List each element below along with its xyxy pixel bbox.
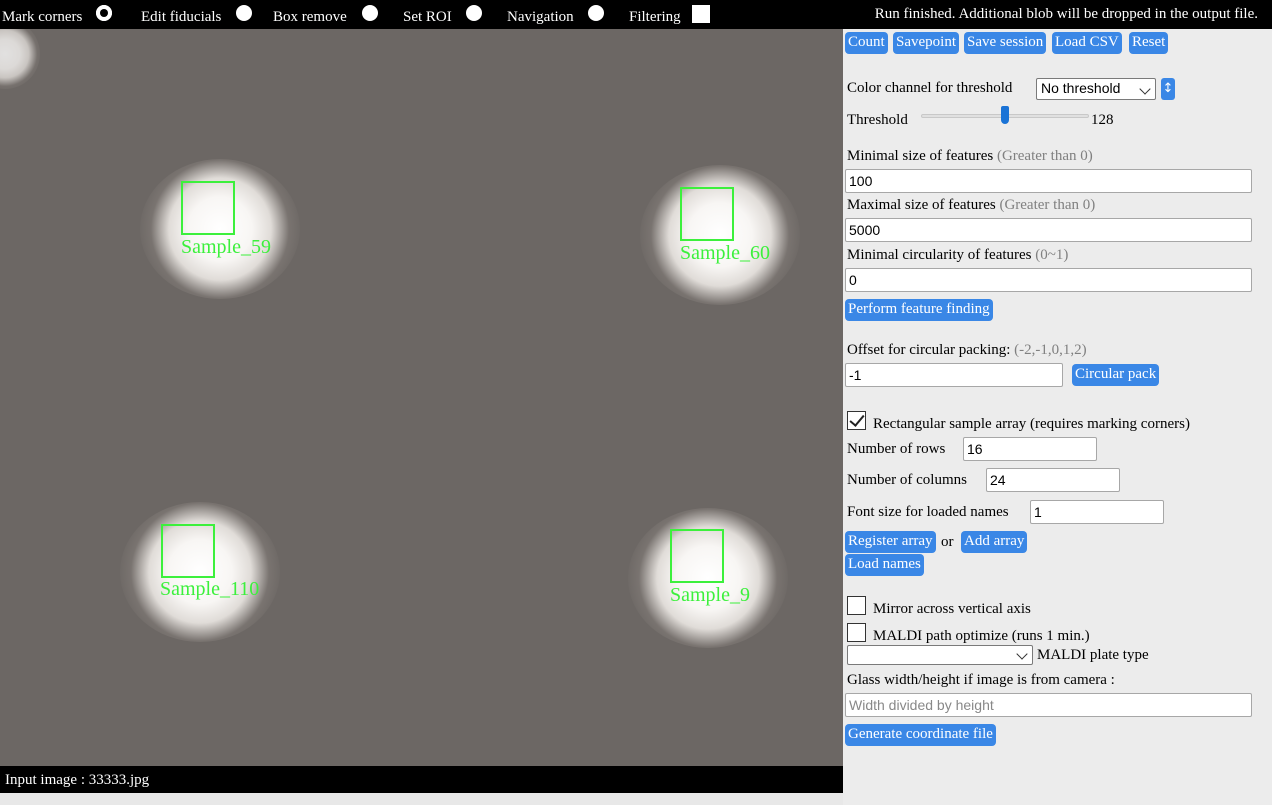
min-size-hint: (Greater than 0) xyxy=(996,148,1093,164)
sample-label: Sample_110 xyxy=(160,578,260,600)
perform-feature-finding-button[interactable]: Perform feature finding xyxy=(845,299,993,321)
color-channel-value: No threshold xyxy=(1041,80,1121,96)
offset-label-text: Offset for circular packing: xyxy=(847,342,1011,358)
filtering-label: Filtering xyxy=(629,9,681,25)
circularity-input[interactable]: 0 xyxy=(845,268,1252,292)
mode-label-navigation: Navigation xyxy=(507,9,574,25)
mode-label-set-roi: Set ROI xyxy=(403,9,452,25)
mode-radio-set-roi[interactable] xyxy=(466,5,482,21)
mode-radio-mark-corners[interactable] xyxy=(96,5,112,21)
min-size-input[interactable]: 100 xyxy=(845,169,1252,193)
filtering-checkbox[interactable] xyxy=(692,5,710,23)
sample-box[interactable] xyxy=(181,181,235,235)
glass-ratio-input[interactable]: Width divided by height xyxy=(845,693,1252,717)
mode-label-mark-corners: Mark corners xyxy=(2,9,83,25)
count-button[interactable]: Count xyxy=(845,32,888,54)
register-array-button[interactable]: Register array xyxy=(845,531,936,553)
sample-label: Sample_59 xyxy=(181,236,271,258)
mirror-label: Mirror across vertical axis xyxy=(873,601,1031,617)
mode-radio-navigation[interactable] xyxy=(588,5,604,21)
mode-radio-edit-fiducials[interactable] xyxy=(236,5,252,21)
circularity-label: Minimal circularity of features (0~1) xyxy=(847,247,1068,264)
load-csv-button[interactable]: Load CSV xyxy=(1052,32,1122,54)
min-size-label-text: Minimal size of features xyxy=(847,148,994,164)
offset-input[interactable]: -1 xyxy=(845,363,1063,387)
maldi-optimize-checkbox[interactable] xyxy=(847,623,866,642)
rectangular-array-checkbox[interactable] xyxy=(847,411,866,430)
min-size-label: Minimal size of features (Greater than 0… xyxy=(847,148,1093,165)
glass-ratio-label: Glass width/height if image is from came… xyxy=(847,672,1115,688)
status-message: Run finished. Additional blob will be dr… xyxy=(874,6,1258,22)
image-canvas[interactable]: Sample_59 Sample_60 Sample_110 Sample_9 xyxy=(0,29,843,766)
sample-label: Sample_60 xyxy=(680,242,770,264)
maldi-plate-label: MALDI plate type xyxy=(1037,647,1149,663)
mode-label-edit-fiducials: Edit fiducials xyxy=(141,9,222,25)
sample-box[interactable] xyxy=(670,529,724,583)
circular-pack-button[interactable]: Circular pack xyxy=(1072,364,1160,386)
savepoint-button[interactable]: Savepoint xyxy=(893,32,959,54)
offset-label: Offset for circular packing: (-2,-1,0,1,… xyxy=(847,342,1087,359)
status-bar: Run finished. Additional blob will be dr… xyxy=(843,0,1272,29)
color-channel-label: Color channel for threshold xyxy=(847,80,1013,96)
sample-box[interactable] xyxy=(161,524,215,578)
font-size-label: Font size for loaded names xyxy=(847,504,1009,520)
threshold-label: Threshold xyxy=(847,112,908,128)
rows-label: Number of rows xyxy=(847,441,946,457)
reset-button[interactable]: Reset xyxy=(1129,32,1169,54)
load-names-button[interactable]: Load names xyxy=(845,554,924,576)
max-size-hint: (Greater than 0) xyxy=(999,197,1096,213)
save-session-button[interactable]: Save session xyxy=(964,32,1047,54)
mode-radio-box-remove[interactable] xyxy=(362,5,378,21)
max-size-label: Maximal size of features (Greater than 0… xyxy=(847,197,1095,214)
maldi-plate-select[interactable] xyxy=(847,645,1033,665)
rows-input[interactable]: 16 xyxy=(963,437,1097,461)
generate-coordinate-file-button[interactable]: Generate coordinate file xyxy=(845,724,996,746)
mode-toolbar: Mark corners Edit fiducials Box remove S… xyxy=(0,0,843,29)
mirror-checkbox[interactable] xyxy=(847,596,866,615)
add-array-button[interactable]: Add array xyxy=(961,531,1028,553)
maldi-optimize-label: MALDI path optimize (runs 1 min.) xyxy=(873,628,1090,644)
columns-label: Number of columns xyxy=(847,472,967,488)
sample-label: Sample_9 xyxy=(670,584,750,606)
sort-icon[interactable]: ↕ xyxy=(1161,78,1175,100)
threshold-slider-handle[interactable] xyxy=(1001,106,1009,124)
sample-box[interactable] xyxy=(680,187,734,241)
color-channel-select[interactable]: No threshold xyxy=(1036,78,1156,100)
font-size-input[interactable]: 1 xyxy=(1030,500,1164,524)
mode-label-box-remove: Box remove xyxy=(273,9,347,25)
max-size-label-text: Maximal size of features xyxy=(847,197,996,213)
offset-hint: (-2,-1,0,1,2) xyxy=(1014,342,1087,358)
circularity-label-text: Minimal circularity of features xyxy=(847,247,1032,263)
chevron-down-icon xyxy=(1016,648,1028,660)
or-text: or xyxy=(941,534,954,550)
threshold-value: 128 xyxy=(1091,112,1114,128)
chevron-down-icon xyxy=(1139,83,1151,95)
corner-blob xyxy=(0,29,40,89)
max-size-input[interactable]: 5000 xyxy=(845,218,1252,242)
columns-input[interactable]: 24 xyxy=(986,468,1120,492)
control-panel: Count Savepoint Save session Load CSV Re… xyxy=(843,29,1272,805)
circularity-hint: (0~1) xyxy=(1035,247,1069,263)
image-footer: Input image : 33333.jpg xyxy=(0,766,843,793)
rectangular-array-label: Rectangular sample array (requires marki… xyxy=(873,416,1190,432)
input-image-name: Input image : 33333.jpg xyxy=(5,772,150,788)
